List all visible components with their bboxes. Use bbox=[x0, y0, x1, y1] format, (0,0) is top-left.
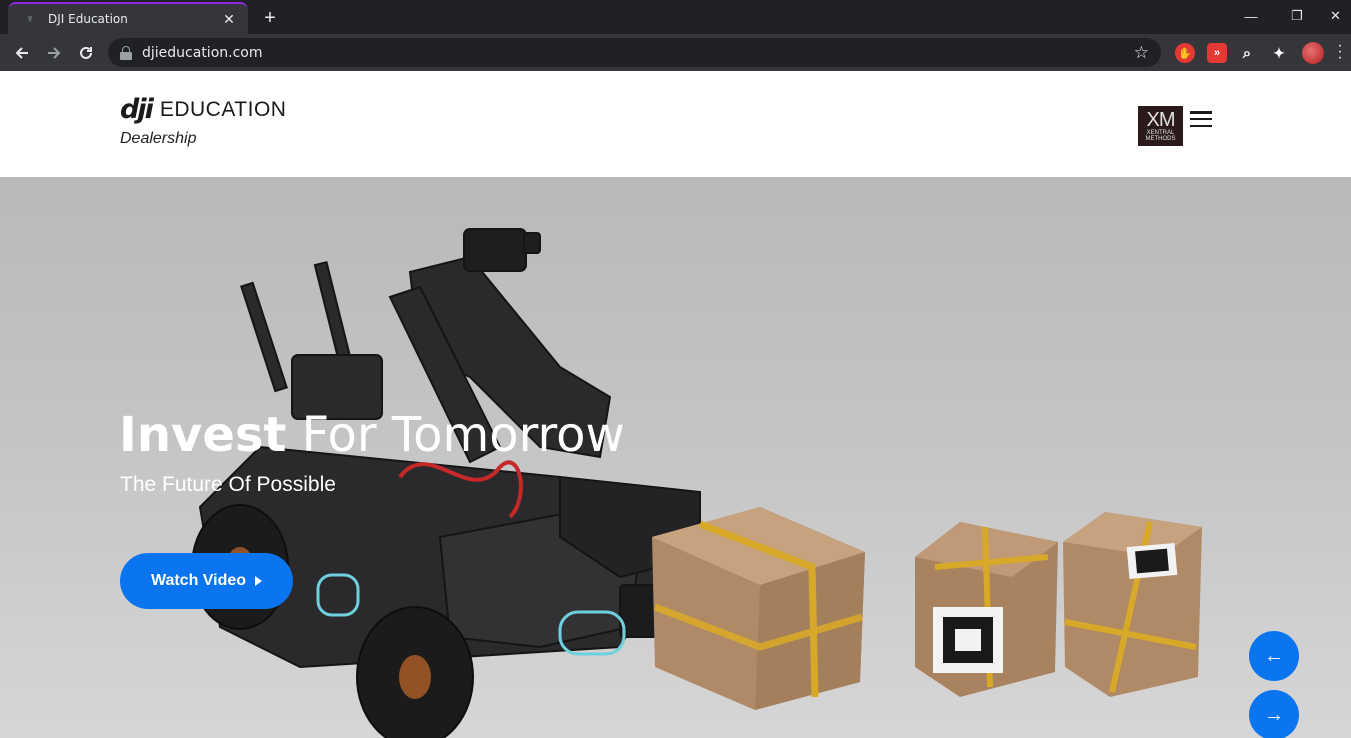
window-close-button[interactable]: ✕ bbox=[1320, 4, 1351, 28]
new-tab-button[interactable]: + bbox=[258, 6, 282, 30]
hero-title: Invest For Tomorrow bbox=[119, 407, 625, 463]
dji-favicon-icon: ♆ bbox=[25, 13, 35, 25]
browser-toolbar: djieducation.com ☆ ✋ » ⌕ ✦ · · · bbox=[0, 34, 1351, 71]
browser-tab-active[interactable]: ♆ DJI Education ✕ bbox=[8, 2, 248, 34]
bookmark-star-icon[interactable]: ☆ bbox=[1134, 43, 1149, 63]
site-header: dji EDUCATION Dealership XM XENTRAL METH… bbox=[0, 71, 1351, 177]
browser-tabstrip: ♆ DJI Education ✕ + — ❐ ✕ bbox=[0, 0, 1351, 34]
puzzle-icon[interactable]: ✦ bbox=[1269, 43, 1289, 63]
back-button[interactable] bbox=[9, 40, 35, 66]
dji-logo-mark: dji bbox=[120, 94, 154, 125]
reload-button[interactable] bbox=[73, 40, 99, 66]
slider-next-button[interactable]: → bbox=[1249, 690, 1299, 738]
partner-logo-mark: XM bbox=[1146, 109, 1176, 131]
partner-logo[interactable]: XM XENTRAL METHODS bbox=[1138, 106, 1183, 146]
url-text[interactable]: djieducation.com bbox=[142, 45, 1134, 61]
hero-title-bold: Invest bbox=[119, 407, 287, 463]
slider-prev-button[interactable]: ← bbox=[1249, 631, 1299, 681]
search-extension-icon[interactable]: ⌕ bbox=[1237, 43, 1257, 63]
watch-video-label: Watch Video bbox=[150, 572, 247, 589]
tab-title: DJI Education bbox=[48, 12, 128, 26]
reload-icon bbox=[80, 46, 92, 59]
watch-video-button[interactable]: Watch Video bbox=[120, 553, 293, 609]
forward-arrow-icon bbox=[48, 47, 61, 59]
adblock-icon[interactable]: ✋ bbox=[1175, 43, 1195, 63]
hamburger-menu-icon[interactable] bbox=[1190, 111, 1212, 127]
restore-button[interactable]: ❐ bbox=[1274, 4, 1320, 28]
minimize-button[interactable]: — bbox=[1228, 4, 1274, 28]
browser-menu-icon[interactable]: · · · bbox=[1336, 38, 1344, 66]
partner-logo-text: XENTRAL METHODS bbox=[1145, 130, 1176, 142]
play-icon bbox=[255, 576, 263, 586]
fast-forward-icon[interactable]: » bbox=[1207, 43, 1227, 63]
hero-slider: Invest For Tomorrow The Future Of Possib… bbox=[0, 177, 1351, 738]
brand-logo[interactable]: dji EDUCATION bbox=[120, 94, 287, 125]
address-bar[interactable]: djieducation.com ☆ bbox=[108, 38, 1161, 67]
brand-wordmark: EDUCATION bbox=[159, 98, 287, 121]
lock-icon[interactable] bbox=[120, 45, 132, 60]
brand-subtitle: Dealership bbox=[120, 130, 197, 147]
profile-avatar[interactable] bbox=[1302, 42, 1324, 64]
forward-button[interactable] bbox=[41, 40, 67, 66]
hero-title-light: For Tomorrow bbox=[286, 407, 625, 463]
hero-subtitle: The Future Of Possible bbox=[120, 473, 336, 496]
tab-close-icon[interactable]: ✕ bbox=[220, 10, 238, 28]
back-arrow-icon bbox=[15, 47, 28, 59]
